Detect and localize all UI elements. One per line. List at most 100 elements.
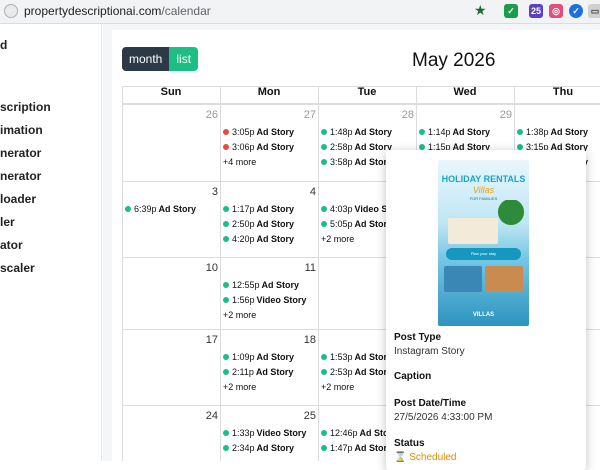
event-status-dot-icon <box>321 159 327 165</box>
sidebar-item[interactable]: nerator <box>0 146 41 160</box>
calendar-event[interactable]: 6:39p Ad Story <box>125 204 196 214</box>
sidebar-item[interactable]: ator <box>0 238 23 252</box>
day-number[interactable]: 27 <box>296 109 316 121</box>
calendar-event[interactable]: 2:50p Ad Story <box>223 219 294 229</box>
day-number[interactable]: 3 <box>198 186 218 198</box>
event-status-dot-icon <box>321 430 327 436</box>
day-number[interactable]: 28 <box>394 109 414 121</box>
calendar-event[interactable]: 1:33p Video Story <box>223 428 306 438</box>
calendar-event[interactable]: 2:58p Ad Story <box>321 142 392 152</box>
sidebar-item[interactable]: ler <box>0 215 15 229</box>
calendar-event[interactable]: 1:53p Ad Story <box>321 352 392 362</box>
dow-header: Mon <box>220 86 318 104</box>
more-events-link[interactable]: +2 more <box>223 310 256 320</box>
event-status-dot-icon <box>223 430 229 436</box>
sidebar-item[interactable]: loader <box>0 192 36 206</box>
day-number[interactable]: 17 <box>198 334 218 346</box>
more-events-link[interactable]: +2 more <box>223 382 256 392</box>
event-detail-popover: HOLIDAY RENTALS Villas FOR FAMILIES Plan… <box>386 150 586 470</box>
site-info-icon[interactable] <box>4 4 18 18</box>
poster-palm-image <box>496 200 526 240</box>
calendar-event[interactable]: 1:14p Ad Story <box>419 127 490 137</box>
event-label: Ad Story <box>550 127 589 137</box>
event-time: 1:53p <box>330 352 353 362</box>
event-time: 1:33p <box>232 428 255 438</box>
poster-headline: HOLIDAY RENTALS <box>441 174 526 184</box>
event-label: Ad Story <box>261 280 300 290</box>
sidebar: d scription imation nerator nerator load… <box>0 24 102 461</box>
calendar-event[interactable]: 3:06p Ad Story <box>223 142 294 152</box>
extension-icon-2[interactable]: 25 <box>529 4 543 18</box>
event-label: Ad Story <box>256 352 295 362</box>
event-status-dot-icon <box>223 354 229 360</box>
calendar-event[interactable]: 2:53p Ad Story <box>321 367 392 377</box>
event-time: 2:11p <box>232 367 254 377</box>
sidebar-item[interactable]: scription <box>0 100 51 114</box>
bookmark-star-icon[interactable]: ★ <box>474 2 487 19</box>
event-status-dot-icon <box>223 221 229 227</box>
more-events-link[interactable]: +2 more <box>321 382 354 392</box>
event-status-dot-icon <box>321 445 327 451</box>
day-number[interactable]: 18 <box>296 334 316 346</box>
list-view-button[interactable]: list <box>169 47 199 71</box>
event-label: Video Story <box>256 428 307 438</box>
month-view-button[interactable]: month <box>122 47 170 71</box>
extension-icon-1[interactable]: ✓ <box>504 4 518 18</box>
event-time: 1:09p <box>232 352 255 362</box>
event-status-dot-icon <box>223 129 229 135</box>
calendar-event[interactable]: 1:09p Ad Story <box>223 352 294 362</box>
calendar-event[interactable]: 3:58pAd Story <box>321 157 392 167</box>
day-number[interactable]: 10 <box>198 262 218 274</box>
calendar-event[interactable]: 5:05p Ad Story <box>321 219 392 229</box>
sidebar-item[interactable]: imation <box>0 123 43 137</box>
extension-icon-3[interactable]: ◎ <box>549 4 563 18</box>
grid-line <box>122 104 600 105</box>
calendar-event[interactable]: 1:48p Ad Story <box>321 127 392 137</box>
poster-photo <box>444 266 482 292</box>
event-label: Ad Story <box>256 234 295 244</box>
event-time: 2:53p <box>330 367 353 377</box>
calendar-event[interactable]: 1:47p Ad Story <box>321 443 392 453</box>
calendar-event[interactable]: 2:11p Ad Story <box>223 367 293 377</box>
event-time: 12:55p <box>232 280 260 290</box>
grid-line <box>122 86 600 87</box>
sidebar-item[interactable]: nerator <box>0 169 41 183</box>
event-status-dot-icon <box>419 129 425 135</box>
sidebar-item[interactable]: scaler <box>0 261 35 275</box>
post-type-value: Instagram Story <box>394 346 465 357</box>
calendar-event[interactable]: 1:56p Video Story <box>223 295 306 305</box>
sidebar-item[interactable]: d <box>0 38 7 52</box>
event-label: Ad Story <box>256 127 295 137</box>
event-status-dot-icon <box>321 206 327 212</box>
event-label: Ad Story <box>452 127 491 137</box>
calendar-event[interactable]: 1:38p Ad Story <box>517 127 588 137</box>
calendar-event[interactable]: 3:05p Ad Story <box>223 127 294 137</box>
day-number[interactable]: 29 <box>492 109 512 121</box>
view-toggle: month list <box>122 47 199 71</box>
calendar-event[interactable]: 2:34p Ad Story <box>223 443 294 453</box>
event-label: Ad Story <box>256 443 295 453</box>
extension-icon-4[interactable]: ✓ <box>569 4 583 18</box>
calendar-event[interactable]: 12:55p Ad Story <box>223 280 299 290</box>
day-number[interactable]: 11 <box>296 262 316 274</box>
day-number[interactable]: 26 <box>198 109 218 121</box>
day-number[interactable]: 25 <box>296 410 316 422</box>
address-bar[interactable]: propertydescriptionai.com/calendar <box>24 4 211 18</box>
extension-icon-5[interactable]: ▭ <box>588 4 600 18</box>
poster-script: Villas <box>472 185 495 195</box>
more-events-link[interactable]: +4 more <box>223 157 256 167</box>
browser-toolbar: propertydescriptionai.com/calendar ★ ✓ 2… <box>0 0 600 24</box>
post-type-label: Post Type <box>394 332 442 343</box>
event-time: 4:03p <box>330 204 353 214</box>
day-number[interactable]: 24 <box>198 410 218 422</box>
event-label: Video Story <box>256 295 307 305</box>
url-path: /calendar <box>161 4 211 18</box>
event-time: 6:39p <box>134 204 157 214</box>
event-label: Ad Story <box>255 367 294 377</box>
day-number[interactable]: 4 <box>296 186 316 198</box>
post-image[interactable]: HOLIDAY RENTALS Villas FOR FAMILIES Plan… <box>438 160 529 326</box>
calendar-event[interactable]: 1:17p Ad Story <box>223 204 294 214</box>
calendar-event[interactable]: 4:20p Ad Story <box>223 234 294 244</box>
more-events-link[interactable]: +2 more <box>321 234 354 244</box>
event-time: 2:34p <box>232 443 255 453</box>
